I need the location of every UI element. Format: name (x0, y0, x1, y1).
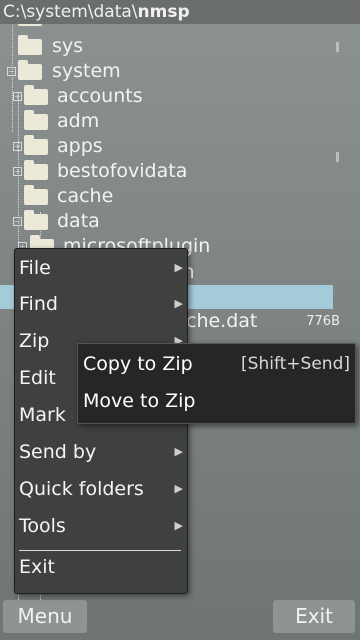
path-bar: C:\system\data\nmsp (0, 0, 360, 24)
expand-icon[interactable]: + (13, 142, 22, 151)
folder-icon (24, 135, 48, 155)
submenu-item-copy-to-zip[interactable]: Copy to Zip [Shift+Send] (78, 346, 355, 382)
collapse-icon[interactable]: − (7, 67, 16, 76)
path-prefix: C:\system\data\ (3, 2, 138, 22)
expand-icon[interactable]: + (13, 92, 22, 101)
tree-row-accounts[interactable]: + accounts (0, 84, 340, 109)
expand-icon[interactable]: + (13, 167, 22, 176)
tree-row-label: accounts (57, 85, 143, 107)
tree-row-bestofovidata[interactable]: + bestofovidata (0, 159, 340, 184)
menu-item-label: Send by (19, 441, 97, 463)
menu-item-label: Edit (19, 367, 56, 389)
folder-icon (24, 160, 48, 180)
tree-row-cache[interactable]: cache (0, 184, 340, 209)
tree-row-label: data (57, 210, 100, 232)
menu-item-label: Tools (19, 515, 66, 537)
zip-submenu: Copy to Zip [Shift+Send] Move to Zip (77, 343, 356, 424)
shortcut-hint: [Shift+Send] (241, 354, 350, 374)
folder-icon (24, 185, 48, 205)
folder-icon (18, 35, 42, 55)
tree-row-label: apps (57, 135, 103, 157)
scrollbar-marker (336, 152, 339, 162)
submenu-arrow-icon: ▶ (174, 297, 183, 310)
path-current-folder: nmsp (137, 2, 190, 22)
menu-item-label: Zip (19, 330, 50, 352)
folder-icon (24, 110, 48, 130)
menu-item-exit[interactable]: Exit (15, 549, 187, 585)
collapse-icon[interactable]: − (13, 217, 22, 226)
tree-row-label: cache (57, 185, 114, 207)
menu-item-label: Exit (19, 556, 55, 578)
tree-row-label: sys (52, 35, 84, 57)
tree-row-adm[interactable]: adm (0, 109, 340, 134)
submenu-item-label: Move to Zip (83, 390, 196, 412)
submenu-arrow-icon: ▶ (174, 519, 183, 532)
tree-row-apps[interactable]: + apps (0, 134, 340, 159)
menu-item-label: Mark (19, 404, 66, 426)
scrollbar-marker (336, 42, 339, 52)
file-name: che.dat (186, 310, 258, 332)
menu-softkey[interactable]: Menu (3, 600, 87, 633)
menu-item-label: File (19, 257, 51, 279)
menu-item-find[interactable]: Find ▶ (15, 286, 187, 322)
exit-softkey[interactable]: Exit (273, 600, 355, 633)
submenu-arrow-icon: ▶ (174, 482, 183, 495)
tree-row-system[interactable]: − system (0, 59, 340, 84)
folder-icon (18, 60, 42, 80)
submenu-item-move-to-zip[interactable]: Move to Zip (78, 383, 355, 419)
tree-row-sys[interactable]: sys (0, 34, 340, 59)
tree-row-label: bestofovidata (57, 160, 188, 182)
file-manager-screen: C:\system\data\nmsp shared sys − system … (0, 0, 360, 640)
tree-row-label: system (52, 60, 121, 82)
menu-item-label: Find (19, 293, 58, 315)
folder-icon (24, 210, 48, 230)
file-size: 776B (306, 314, 340, 329)
menu-item-tools[interactable]: Tools ▶ (15, 508, 187, 544)
menu-item-send-by[interactable]: Send by ▶ (15, 434, 187, 470)
menu-item-file[interactable]: File ▶ (15, 250, 187, 286)
tree-row-data[interactable]: − data (0, 209, 340, 234)
folder-icon (24, 85, 48, 105)
menu-item-quick-folders[interactable]: Quick folders ▶ (15, 471, 187, 507)
submenu-item-label: Copy to Zip (83, 353, 193, 375)
softkey-bar: Menu Exit (0, 600, 360, 640)
menu-item-label: Quick folders (19, 478, 144, 500)
tree-row-label: adm (57, 110, 100, 132)
submenu-arrow-icon: ▶ (174, 445, 183, 458)
submenu-arrow-icon: ▶ (174, 261, 183, 274)
